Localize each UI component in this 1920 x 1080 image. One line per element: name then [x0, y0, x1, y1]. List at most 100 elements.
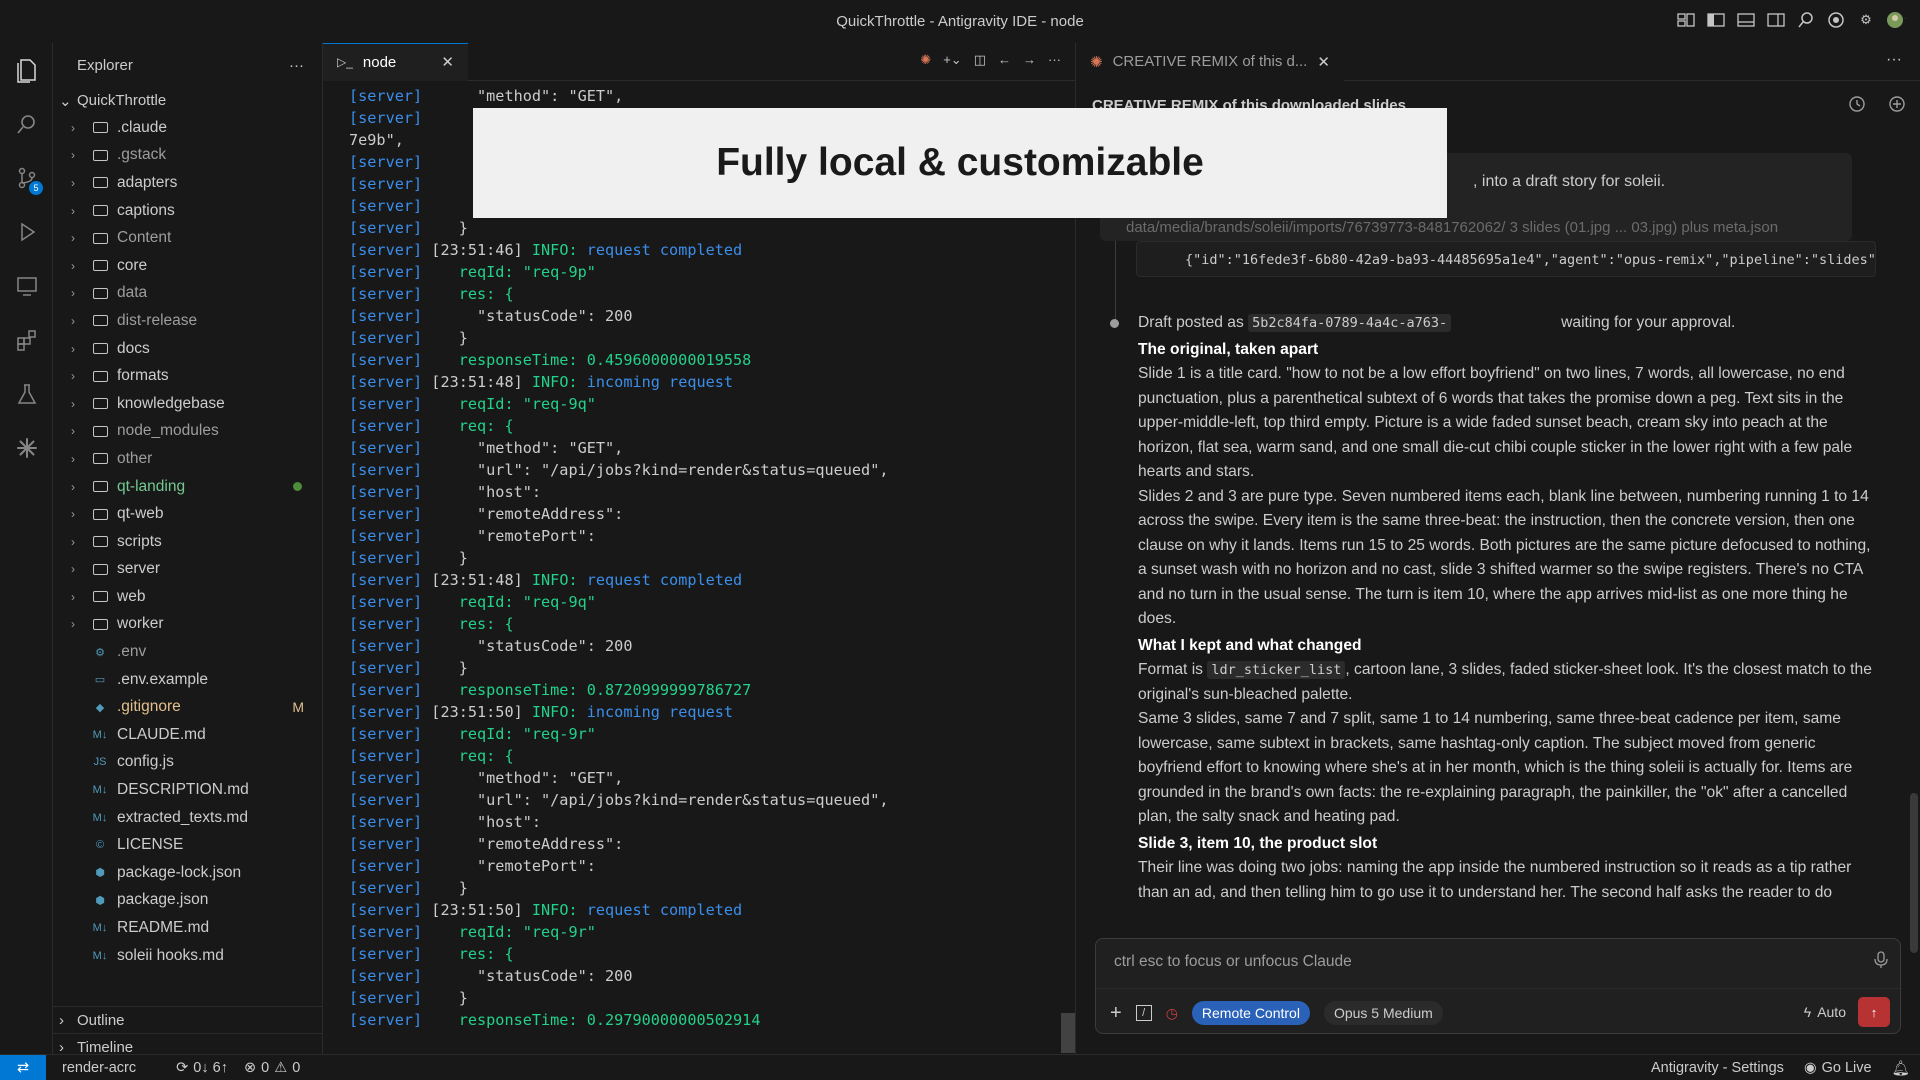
tree-file[interactable]: ⬢ package.json: [53, 887, 322, 915]
tree-folder[interactable]: › formats: [53, 362, 322, 390]
add-attachment-icon[interactable]: +: [1110, 1002, 1122, 1025]
search-icon[interactable]: [1796, 10, 1816, 30]
tree-folder[interactable]: › server: [53, 556, 322, 584]
claude-spark-icon[interactable]: ✺: [920, 52, 931, 68]
tree-file[interactable]: ⚙ .env: [53, 638, 322, 666]
timeline-label: Timeline: [77, 1038, 134, 1056]
microphone-icon[interactable]: [1874, 951, 1888, 972]
explorer-more-icon[interactable]: ···: [289, 57, 304, 74]
outline-section[interactable]: › Outline: [53, 1006, 323, 1033]
banner-text: Fully local & customizable: [716, 141, 1204, 184]
branch-name[interactable]: render-acrc: [62, 1060, 136, 1076]
tree-folder[interactable]: › adapters: [53, 169, 322, 197]
search-activity-icon[interactable]: [0, 97, 53, 151]
draft-id[interactable]: 5b2c84fa-0789-4a4c-a763-: [1248, 314, 1452, 332]
testing-flask-icon[interactable]: [0, 367, 53, 421]
terminal-scrollbar[interactable]: [1061, 1013, 1075, 1053]
tree-folder[interactable]: › worker: [53, 611, 322, 639]
workspace-root[interactable]: ⌄ QuickThrottle: [53, 87, 322, 114]
history-icon[interactable]: [1848, 95, 1866, 116]
arrow-left-icon[interactable]: ←: [998, 52, 1011, 68]
file-icon: ⬢: [95, 867, 105, 880]
tree-folder[interactable]: › captions: [53, 197, 322, 225]
slash-command-icon[interactable]: /: [1135, 1005, 1152, 1021]
tree-folder[interactable]: › knowledgebase: [53, 390, 322, 418]
auto-mode-toggle[interactable]: ϟ Auto: [1804, 1004, 1846, 1020]
explorer-title: Explorer: [77, 56, 133, 74]
problems-status[interactable]: ⊗ 0 ⚠ 0: [244, 1060, 300, 1076]
tree-file[interactable]: ▭ .env.example: [53, 666, 322, 694]
chat-input-placeholder[interactable]: ctrl esc to focus or unfocus Claude: [1114, 953, 1352, 971]
chevron-right-icon: ›: [71, 341, 75, 356]
tree-folder[interactable]: › data: [53, 280, 322, 308]
tree-folder[interactable]: › qt-landing: [53, 473, 322, 501]
tree-file[interactable]: ◆ .gitignore M: [53, 693, 322, 721]
run-debug-activity-icon[interactable]: [0, 205, 53, 259]
terminal-line: [server] [23:51:50] INFO: incoming reque…: [349, 703, 734, 721]
remote-explorer-activity-icon[interactable]: [0, 259, 53, 313]
send-button[interactable]: ↑: [1858, 997, 1890, 1027]
more-actions-icon[interactable]: ···: [1886, 51, 1902, 69]
sync-status[interactable]: ⟳ 0↓ 6↑: [176, 1060, 228, 1076]
activity-bar: 5: [0, 43, 53, 1054]
tree-folder[interactable]: › other: [53, 445, 322, 473]
terminal-line: [server] reqId: "req-9q": [349, 593, 596, 611]
tree-file[interactable]: M↓ extracted_texts.md: [53, 804, 322, 832]
toggle-secondary-sidebar-icon[interactable]: [1766, 10, 1786, 30]
extension-icon[interactable]: [1826, 10, 1846, 30]
tree-folder[interactable]: › node_modules: [53, 418, 322, 446]
tree-folder[interactable]: › .claude: [53, 114, 322, 142]
explorer-activity-icon[interactable]: [0, 43, 53, 97]
tree-folder[interactable]: › dist-release: [53, 307, 322, 335]
arrow-right-icon[interactable]: →: [1023, 52, 1036, 68]
tree-file[interactable]: M↓ soleii hooks.md: [53, 942, 322, 970]
broadcast-icon: ◉: [1803, 1060, 1817, 1076]
account-avatar-icon[interactable]: [1886, 10, 1906, 30]
bell-icon[interactable]: 🔔︎: [1892, 1060, 1910, 1077]
extensions-activity-icon[interactable]: [0, 313, 53, 367]
tab-creative-remix[interactable]: ✺ CREATIVE REMIX of this d... ✕: [1076, 42, 1344, 81]
remote-control-button[interactable]: Remote Control: [1191, 1001, 1310, 1025]
tree-file[interactable]: ⬢ package-lock.json: [53, 859, 322, 887]
split-editor-icon[interactable]: ◫: [974, 52, 986, 68]
outline-label: Outline: [77, 1011, 125, 1029]
tree-folder[interactable]: › docs: [53, 335, 322, 363]
new-chat-icon[interactable]: [1888, 95, 1906, 116]
claude-spark-icon[interactable]: [0, 421, 53, 475]
tree-file[interactable]: JS config.js: [53, 749, 322, 777]
remote-indicator[interactable]: ⇄: [0, 1054, 46, 1080]
toggle-panel-icon[interactable]: [1736, 10, 1756, 30]
chat-input-box[interactable]: ctrl esc to focus or unfocus Claude + / …: [1095, 938, 1902, 1034]
close-icon[interactable]: ✕: [441, 53, 454, 71]
tree-folder[interactable]: › web: [53, 583, 322, 611]
tab-node-terminal[interactable]: ▷_ node ✕: [323, 42, 468, 81]
tool-output-json: {"id":"16fede3f-6b80-42a9-ba93-44485695a…: [1136, 241, 1876, 277]
gear-icon[interactable]: ⚙: [1856, 10, 1876, 30]
tree-folder[interactable]: › qt-web: [53, 500, 322, 528]
folder-icon: [91, 591, 109, 603]
model-selector[interactable]: Opus 5 Medium: [1323, 1001, 1443, 1025]
tree-folder[interactable]: › Content: [53, 224, 322, 252]
add-terminal-icon[interactable]: +⌄: [943, 52, 961, 68]
more-actions-icon[interactable]: ···: [1048, 52, 1061, 68]
go-live-button[interactable]: ◉ Go Live: [1804, 1060, 1872, 1076]
tree-folder[interactable]: › scripts: [53, 528, 322, 556]
layout-customize-icon[interactable]: [1676, 10, 1696, 30]
tree-item-label: config.js: [117, 753, 174, 771]
tree-folder[interactable]: › .gstack: [53, 142, 322, 170]
tree-folder[interactable]: › core: [53, 252, 322, 280]
terminal-line: [server] "host":: [349, 483, 542, 501]
close-icon[interactable]: ✕: [1317, 53, 1330, 71]
terminal-line: [server] "method": "GET",: [349, 87, 624, 105]
paragraph: Slide 1 is a title card. "how to not be …: [1138, 365, 1853, 480]
toggle-sidebar-icon[interactable]: [1706, 10, 1726, 30]
source-control-activity-icon[interactable]: 5: [0, 151, 53, 205]
claude-scrollbar[interactable]: [1910, 793, 1918, 953]
tree-file[interactable]: © LICENSE: [53, 831, 322, 859]
tree-file[interactable]: M↓ DESCRIPTION.md: [53, 776, 322, 804]
tree-file[interactable]: M↓ CLAUDE.md: [53, 721, 322, 749]
settings-status[interactable]: Antigravity - Settings: [1651, 1060, 1784, 1076]
tree-file[interactable]: M↓ README.md: [53, 914, 322, 942]
tree-item-label: adapters: [117, 173, 178, 191]
terminal-output[interactable]: [server] "method": "GET", [server] 7e9b",[…: [349, 85, 1049, 1050]
